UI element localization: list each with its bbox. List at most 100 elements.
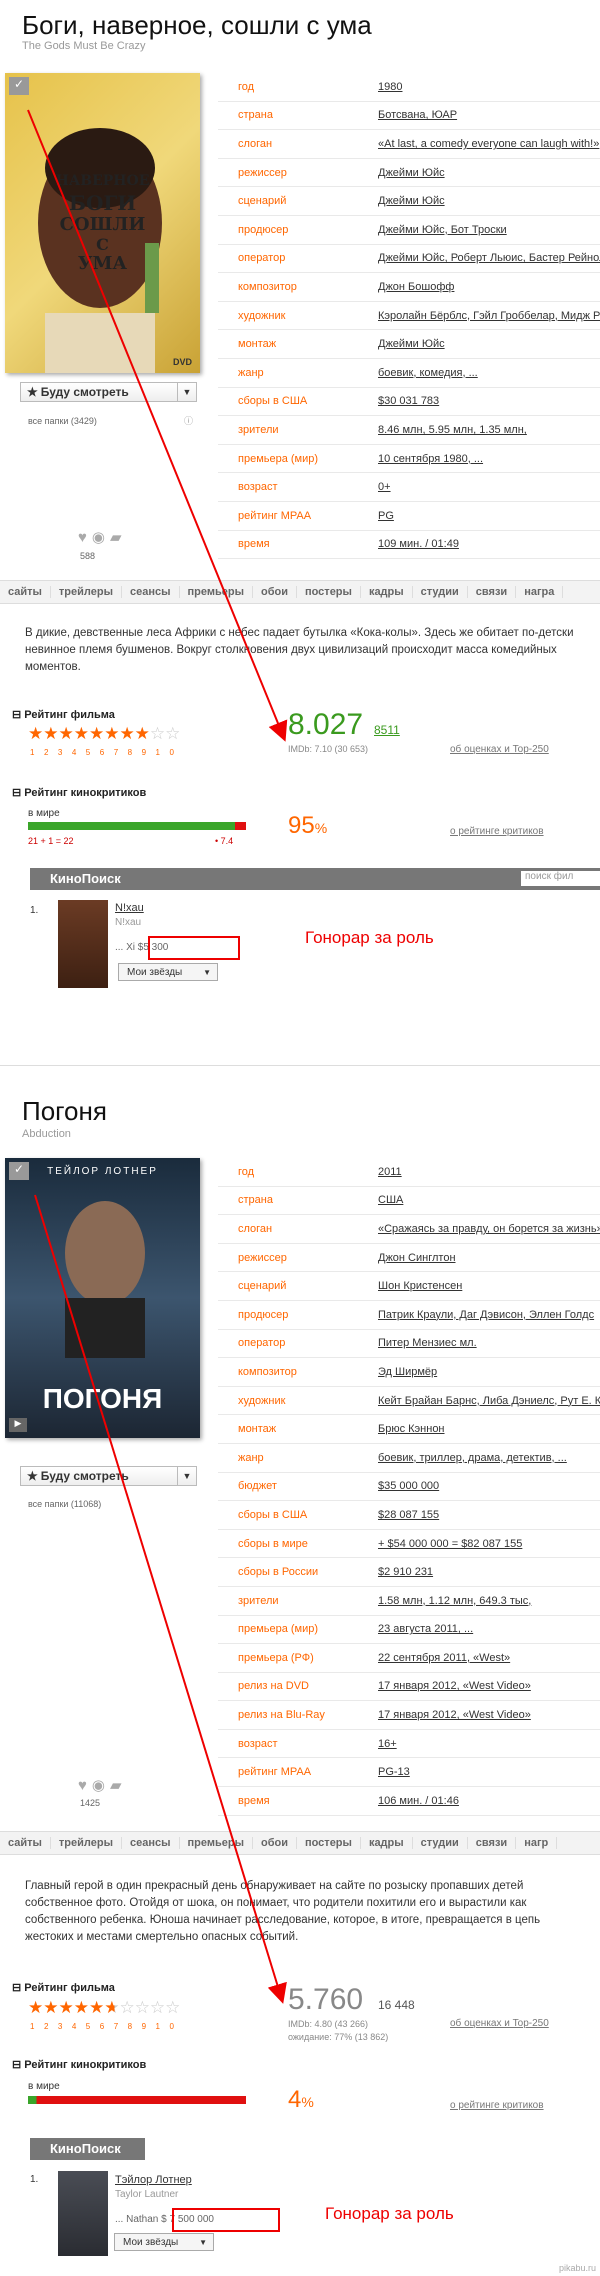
info-row: слоган «At last, a comedy everyone can la…	[218, 130, 600, 159]
info-value[interactable]: Джейми Юйс, Роберт Льюис, Бастер Рейнолд	[378, 252, 600, 264]
info-value[interactable]: 22 сентября 2011, «West»	[378, 1652, 510, 1664]
chevron-down-icon[interactable]: ▼	[177, 383, 196, 401]
check-icon[interactable]: ✓	[9, 1162, 29, 1180]
tab-7[interactable]: студии	[413, 586, 468, 598]
tab-7[interactable]: студии	[413, 1837, 468, 1849]
poster[interactable]: НАВЕРНОЕ БОГИ СОШЛИ С УМА DVD ✓	[5, 73, 200, 373]
info-value[interactable]: 16+	[378, 1738, 397, 1750]
info-value[interactable]: 106 мин. / 01:46	[378, 1795, 459, 1807]
collapse-icon: ⊟	[12, 2059, 22, 2071]
info-value[interactable]: Джейми Юйс	[378, 195, 445, 207]
play-icon[interactable]: ▶	[9, 1418, 27, 1432]
info-value[interactable]: Шон Кристенсен	[378, 1280, 462, 1292]
info-value[interactable]: «At last, a comedy everyone can laugh wi…	[378, 138, 599, 150]
my-stars-dropdown[interactable]: Мои звёзды ▼	[118, 963, 218, 981]
poster[interactable]: ТЕЙЛОР ЛОТНЕР ПОГОНЯ ✓ ▶	[5, 1158, 200, 1438]
info-value[interactable]: 8.46 млн, 5.95 млн, 1.35 млн,	[378, 424, 527, 436]
info-row: год 1980	[218, 73, 600, 102]
actor-number: 1.	[30, 2174, 39, 2185]
reaction-icons[interactable]: ♥◉▰	[78, 528, 127, 546]
folders-link[interactable]: все папки (3429)	[28, 416, 97, 426]
reaction-icons[interactable]: ♥◉▰	[78, 1776, 127, 1794]
rating-votes[interactable]: 16 448	[378, 1998, 415, 2012]
info-value[interactable]: США	[378, 1194, 403, 1206]
kinopoisk-logo[interactable]: КиноПоиск	[50, 871, 121, 886]
info-value[interactable]: боевик, комедия, ...	[378, 367, 478, 379]
tab-8[interactable]: связи	[468, 1837, 517, 1849]
info-value[interactable]: $35 000 000	[378, 1480, 439, 1492]
info-value[interactable]: 1.58 млн, 1.12 млн, 649.3 тыс,	[378, 1595, 531, 1607]
tab-4[interactable]: обои	[253, 586, 297, 598]
tab-9[interactable]: нагр	[516, 1837, 558, 1849]
watch-later-button[interactable]: ★ Буду смотреть ▼	[20, 382, 197, 402]
tab-4[interactable]: обои	[253, 1837, 297, 1849]
tab-3[interactable]: премьеры	[180, 1837, 253, 1849]
tab-3[interactable]: премьеры	[180, 586, 253, 598]
info-value[interactable]: Джейми Юйс, Бот Троски	[378, 224, 507, 236]
info-value[interactable]: Джейми Юйс	[378, 167, 445, 179]
info-value[interactable]: боевик, триллер, драма, детектив, ...	[378, 1452, 567, 1464]
rating-info-link[interactable]: об оценках и Top-250	[450, 744, 549, 755]
info-value[interactable]: $28 087 155	[378, 1509, 439, 1521]
kinopoisk-header: КиноПоиск	[30, 2138, 145, 2160]
info-value[interactable]: 17 января 2012, «West Video»	[378, 1709, 531, 1721]
tab-2[interactable]: сеансы	[122, 586, 180, 598]
watch-later-button[interactable]: ★ Буду смотреть ▼	[20, 1466, 197, 1486]
tab-5[interactable]: постеры	[297, 1837, 361, 1849]
info-value[interactable]: Кэролайн Бёрблс, Гэйл Гроббелар, Мидж Ре	[378, 310, 600, 322]
tab-5[interactable]: постеры	[297, 586, 361, 598]
info-value[interactable]: «Сражаясь за правду, он борется за жизнь…	[378, 1223, 600, 1235]
chevron-down-icon[interactable]: ▼	[177, 1467, 196, 1485]
folders-link[interactable]: все папки (11068)	[28, 1499, 101, 1509]
info-row: сценарий Джейми Юйс	[218, 187, 600, 216]
actor-name[interactable]: N!xau	[115, 902, 144, 914]
tab-0[interactable]: сайты	[0, 586, 51, 598]
rating-votes[interactable]: 8511	[374, 723, 400, 737]
rating-stars[interactable]: ★★★★★★☆☆☆☆	[28, 1998, 180, 2018]
info-value[interactable]: Джейми Юйс	[378, 338, 445, 350]
info-row: сценарий Шон Кристенсен	[218, 1272, 600, 1301]
info-value[interactable]: Кейт Брайан Барнс, Либа Дэниелс, Рут Е. …	[378, 1395, 600, 1407]
search-input[interactable]: поиск фил	[521, 871, 600, 886]
original-title: Abduction	[22, 1128, 71, 1140]
info-value[interactable]: 1980	[378, 81, 402, 93]
tab-2[interactable]: сеансы	[122, 1837, 180, 1849]
info-value[interactable]: + $54 000 000 = $82 087 155	[378, 1538, 522, 1550]
tab-1[interactable]: трейлеры	[51, 1837, 122, 1849]
info-value[interactable]: Джон Бошофф	[378, 281, 454, 293]
actor-photo[interactable]	[58, 900, 108, 988]
info-value[interactable]: Патрик Краули, Даг Дэвисон, Эллен Голдс	[378, 1309, 594, 1321]
info-value[interactable]: $30 031 783	[378, 395, 439, 407]
info-value[interactable]: 0+	[378, 481, 391, 493]
info-value[interactable]: 109 мин. / 01:49	[378, 538, 459, 550]
info-value[interactable]: Ботсвана, ЮАР	[378, 109, 457, 121]
actor-name[interactable]: Тэйлор Лотнер	[115, 2174, 192, 2186]
info-value[interactable]: 10 сентября 1980, ...	[378, 453, 483, 465]
rating-stars[interactable]: ★★★★★★★★☆☆	[28, 724, 180, 744]
info-value[interactable]: PG-13	[378, 1766, 410, 1778]
critics-info-link[interactable]: о рейтинге критиков	[450, 826, 544, 837]
info-value[interactable]: Питер Мензиес мл.	[378, 1337, 477, 1349]
info-value[interactable]: 17 января 2012, «West Video»	[378, 1680, 531, 1692]
info-value[interactable]: 23 августа 2011, ...	[378, 1623, 473, 1635]
info-value[interactable]: PG	[378, 510, 394, 522]
info-icon[interactable]: ⓘ	[184, 414, 193, 427]
info-value[interactable]: 2011	[378, 1166, 402, 1178]
tab-9[interactable]: награ	[516, 586, 564, 598]
my-stars-dropdown[interactable]: Мои звёзды ▼	[114, 2233, 214, 2251]
tab-6[interactable]: кадры	[361, 586, 413, 598]
actor-photo[interactable]	[58, 2171, 108, 2256]
rating-info-link[interactable]: об оценках и Top-250	[450, 2018, 549, 2029]
kinopoisk-logo[interactable]: КиноПоиск	[50, 2141, 121, 2156]
tab-1[interactable]: трейлеры	[51, 586, 122, 598]
tab-0[interactable]: сайты	[0, 1837, 51, 1849]
info-value[interactable]: Джон Синглтон	[378, 1252, 456, 1264]
info-value[interactable]: Брюс Кэннон	[378, 1423, 445, 1435]
rating-heading: ⊟ Рейтинг фильма	[12, 1982, 115, 1994]
tab-8[interactable]: связи	[468, 586, 517, 598]
tab-6[interactable]: кадры	[361, 1837, 413, 1849]
critics-info-link[interactable]: о рейтинге критиков	[450, 2100, 544, 2111]
check-icon[interactable]: ✓	[9, 77, 29, 95]
info-value[interactable]: Эд Ширмёр	[378, 1366, 437, 1378]
info-value[interactable]: $2 910 231	[378, 1566, 433, 1578]
